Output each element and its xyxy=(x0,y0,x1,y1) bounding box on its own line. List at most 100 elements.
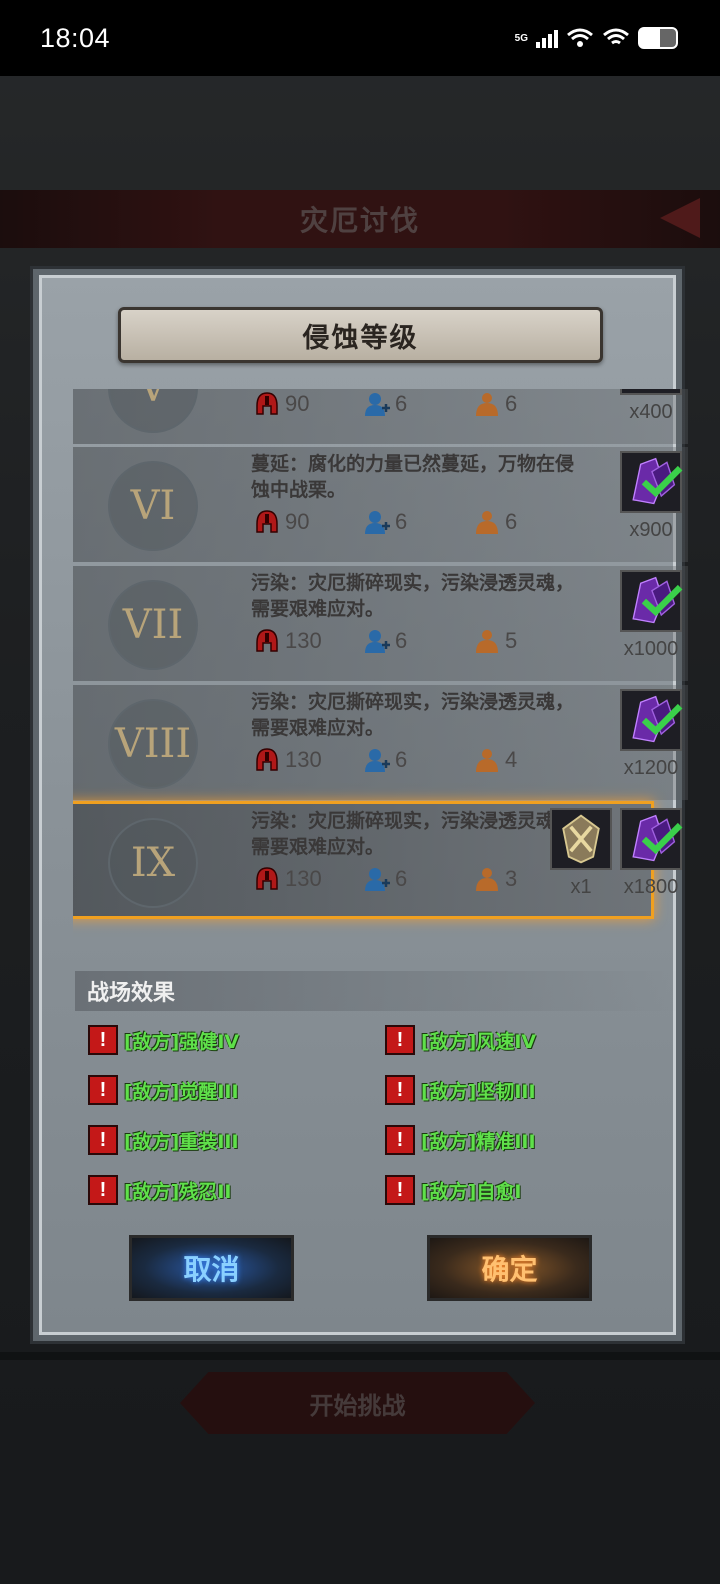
revive-count-icon xyxy=(476,868,498,891)
reward-quantity: x1 xyxy=(570,876,592,898)
attack-value: 130 xyxy=(285,866,322,891)
level-stats: 130 6 5 xyxy=(253,626,583,656)
level-numeral: V xyxy=(108,389,198,433)
warning-icon: ! xyxy=(385,1025,415,1055)
player-count-icon xyxy=(365,749,390,772)
warning-icon: ! xyxy=(385,1075,415,1105)
players-stat: 6 xyxy=(363,508,473,536)
level-description: 污染：灾厄撕碎现实，污染浸透灵魂，需要艰难应对。 xyxy=(251,572,575,620)
level-description: 蔓延：腐化的力量已然蔓延，万物在侵蚀中战栗。 xyxy=(251,453,575,501)
level-stats: 130 6 4 xyxy=(253,745,583,775)
battlefield-effect: ! [敌方]自愈I xyxy=(385,1174,521,1206)
level-numeral: IX xyxy=(108,818,198,908)
players-value: 6 xyxy=(395,866,408,891)
network-type: 5G xyxy=(514,32,528,44)
attack-value: 90 xyxy=(285,509,310,534)
level-row-vi[interactable]: VI 蔓延：腐化的力量已然蔓延，万物在侵蚀中战栗。 90 6 6 x900 xyxy=(73,447,688,562)
player-count-icon xyxy=(365,393,390,416)
attack-helmet-icon xyxy=(256,867,278,890)
battlefield-effect: ! [敌方]风速IV xyxy=(385,1024,536,1056)
level-stats: 130 6 3 xyxy=(253,864,583,894)
players-value: 6 xyxy=(395,747,408,772)
players-value: 6 xyxy=(395,628,408,653)
purple-crystal-icon[interactable] xyxy=(620,389,682,395)
signal-alt-icon xyxy=(567,28,593,47)
players-stat: 6 xyxy=(363,746,473,774)
effect-label: [敌方]坚韧III xyxy=(421,1080,536,1103)
reward-quantity: x1200 xyxy=(623,757,679,779)
dialog-title: 侵蚀等级 xyxy=(302,322,419,354)
effect-label: [敌方]残忍II xyxy=(124,1180,232,1203)
effect-label: [敌方]自愈I xyxy=(421,1180,522,1203)
wifi-icon xyxy=(603,28,629,45)
battlefield-effect: ! [敌方]觉醒III xyxy=(88,1074,239,1106)
level-list[interactable]: V 蔓延：腐化的力量已然蔓延，万物在侵蚀中战栗。 90 6 6 x400 VI 蔓延：腐化的力… xyxy=(73,389,688,964)
battlefield-effect: ! [敌方]精准III xyxy=(385,1124,536,1156)
revives-value: 5 xyxy=(505,628,518,653)
revives-stat: 6 xyxy=(473,390,583,418)
warning-icon: ! xyxy=(385,1125,415,1155)
players-stat: 6 xyxy=(363,865,473,893)
effect-label: [敌方]重装III xyxy=(124,1130,239,1153)
level-row-v[interactable]: V蔓延：腐化的力量已然蔓延，万物在侵蚀中战栗。9066x400 xyxy=(73,389,688,444)
purple-crystal-icon[interactable] xyxy=(620,689,683,751)
purple-crystal-icon[interactable] xyxy=(620,451,683,513)
battlefield-effect: ! [敌方]重装III xyxy=(88,1124,239,1156)
level-description: 污染：灾厄撕碎现实，污染浸透灵魂，需要艰难应对。 xyxy=(251,810,575,858)
revive-count-icon xyxy=(476,511,498,534)
revives-stat: 4 xyxy=(473,746,583,774)
level-row-vii[interactable]: VII 污染：灾厄撕碎现实，污染浸透灵魂，需要艰难应对。 130 6 5 x1000 xyxy=(73,566,688,681)
revives-value: 4 xyxy=(505,747,518,772)
cancel-button[interactable]: 取消 xyxy=(129,1235,294,1301)
battery-icon xyxy=(638,27,678,49)
purple-crystal-icon[interactable] xyxy=(620,808,683,870)
players-stat: 6 xyxy=(363,627,473,655)
player-count-icon xyxy=(365,868,390,891)
level-row-ix[interactable]: IX 污染：灾厄撕碎现实，污染浸透灵魂，需要艰难应对。 130 6 3 x1 x1800 xyxy=(73,804,683,916)
cancel-label: 取消 xyxy=(183,1253,240,1286)
player-count-icon xyxy=(365,630,390,653)
revives-value: 3 xyxy=(505,866,518,891)
warning-icon: ! xyxy=(88,1075,118,1105)
confirm-button[interactable]: 确定 xyxy=(427,1235,592,1301)
status-bar: 18:04 5G xyxy=(0,0,720,76)
warning-icon: ! xyxy=(385,1175,415,1205)
effects-title: 战场效果 xyxy=(87,981,176,1006)
reward-quantity: x1800 xyxy=(623,876,679,898)
attack-helmet-icon xyxy=(256,510,278,533)
attack-stat: 90 xyxy=(253,508,363,536)
level-row-viii[interactable]: VIII 污染：灾厄撕碎现实，污染浸透灵魂，需要艰难应对。 130 6 4 x1200 xyxy=(73,685,688,800)
reward-quantity: x400 xyxy=(629,401,673,423)
attack-value: 130 xyxy=(285,628,322,653)
attack-helmet-icon xyxy=(256,748,278,771)
emblem-icon[interactable] xyxy=(550,808,612,870)
revives-stat: 5 xyxy=(473,627,583,655)
reward-quantity: x1000 xyxy=(623,638,679,660)
status-time: 18:04 xyxy=(40,22,111,53)
players-stat: 6 xyxy=(363,390,473,418)
revive-count-icon xyxy=(476,749,498,772)
effect-label: [敌方]觉醒III xyxy=(124,1080,239,1103)
revives-stat: 6 xyxy=(473,508,583,536)
effect-label: [敌方]风速IV xyxy=(421,1030,537,1053)
attack-value: 90 xyxy=(285,391,310,416)
purple-crystal-icon[interactable] xyxy=(620,570,683,632)
attack-helmet-icon xyxy=(256,629,278,652)
players-value: 6 xyxy=(395,509,408,534)
attack-stat: 130 xyxy=(253,746,363,774)
warning-icon: ! xyxy=(88,1125,118,1155)
reward-quantity: x900 xyxy=(629,519,673,541)
revive-count-icon xyxy=(476,393,498,416)
warning-icon: ! xyxy=(88,1175,118,1205)
confirm-label: 确定 xyxy=(481,1253,538,1286)
revives-value: 6 xyxy=(505,391,518,416)
status-icons: 5G xyxy=(515,27,678,49)
attack-stat: 90 xyxy=(253,390,363,418)
level-description: 污染：灾厄撕碎现实，污染浸透灵魂，需要艰难应对。 xyxy=(251,691,575,739)
effects-header: 战场效果 xyxy=(75,971,680,1011)
warning-icon: ! xyxy=(88,1025,118,1055)
dialog-header: 侵蚀等级 xyxy=(118,307,603,363)
player-count-icon xyxy=(365,511,390,534)
revive-count-icon xyxy=(476,630,498,653)
battlefield-effect: ! [敌方]残忍II xyxy=(88,1174,232,1206)
